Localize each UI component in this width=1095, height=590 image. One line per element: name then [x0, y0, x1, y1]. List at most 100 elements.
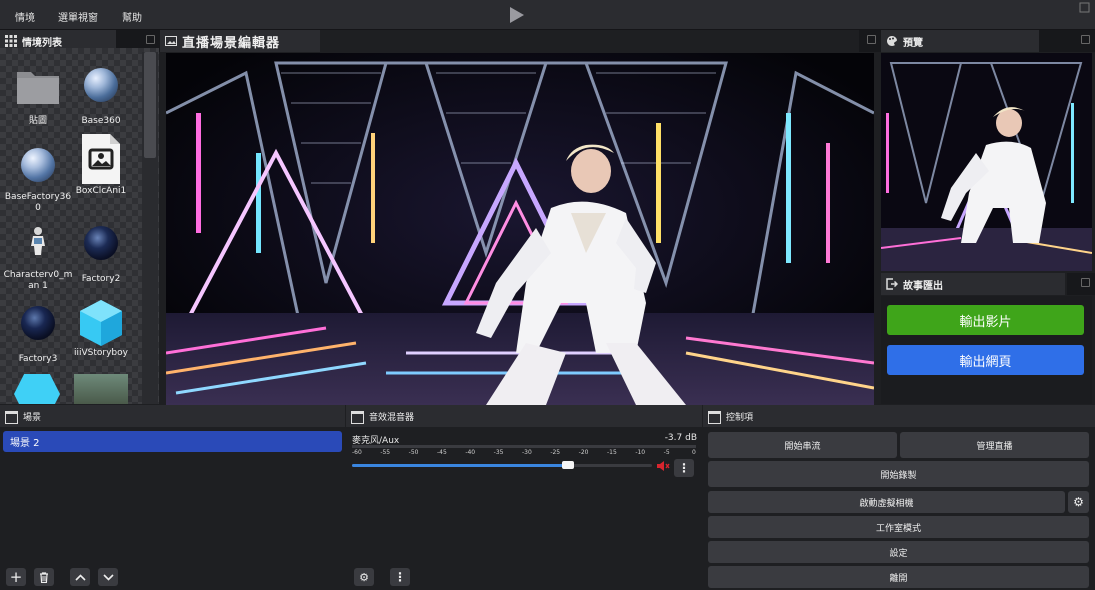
- preview-title: 預覽: [903, 37, 923, 49]
- scenes-panel: 場景 場景 2 +: [0, 405, 345, 590]
- story-export-header: 故事匯出: [881, 273, 1095, 295]
- story-export-title: 故事匯出: [903, 280, 943, 292]
- meter-tick-label: -15: [607, 449, 617, 456]
- preview-corner: [1039, 30, 1095, 52]
- start-virtual-camera-button[interactable]: 啟動虛擬相機: [708, 491, 1065, 513]
- plus-icon: +: [9, 567, 23, 586]
- window-icon: [351, 411, 364, 424]
- cube-icon: [14, 374, 60, 404]
- editor-corner: [859, 30, 881, 52]
- virtual-camera-settings-button[interactable]: ⚙: [1068, 491, 1089, 513]
- manage-stream-button[interactable]: 管理直播: [900, 432, 1089, 458]
- menu-help[interactable]: 幫助: [122, 9, 142, 24]
- chevron-down-icon: [102, 573, 114, 581]
- meter-tick-label: -5: [663, 449, 670, 456]
- image-file-icon: [78, 134, 124, 184]
- gears-icon: ⚙: [359, 570, 369, 584]
- asset-label: iiiVStoryboy: [74, 348, 128, 358]
- sphere-icon: [21, 306, 55, 340]
- palette-icon: [887, 35, 897, 46]
- asset-label: BoxClcAni1: [75, 186, 127, 196]
- mixer-settings-button[interactable]: ⚙: [354, 568, 374, 586]
- add-scene-button[interactable]: +: [6, 568, 26, 586]
- meter-tick-label: 0: [692, 449, 696, 456]
- meter-tick-label: -10: [635, 449, 646, 456]
- scene-list-title: 情境列表: [22, 37, 62, 49]
- editor-tab[interactable]: 直播場景編輯器: [160, 30, 320, 52]
- start-record-button[interactable]: 開始錄製: [708, 461, 1089, 487]
- scene-editor-canvas[interactable]: [166, 53, 874, 405]
- cube-icon: [78, 298, 124, 346]
- meter-tick-label: -50: [408, 449, 419, 456]
- undock-icon[interactable]: [146, 35, 155, 44]
- play-icon[interactable]: [510, 7, 524, 23]
- story-export-corner: [1067, 273, 1095, 295]
- asset-item[interactable]: iiiVStoryboy: [66, 298, 136, 359]
- story-export-panel: 輸出影片 輸出網頁: [881, 296, 1092, 404]
- asset-item[interactable]: Characterv0_man 1: [3, 222, 73, 292]
- asset-item[interactable]: Factory3: [3, 302, 73, 365]
- mixer-more-button[interactable]: ⋮: [390, 568, 410, 586]
- sphere-icon: [21, 148, 55, 182]
- preview-header: 預覽: [881, 30, 1095, 52]
- grid-icon: [5, 35, 17, 47]
- mixer-menu-button[interactable]: ⋮: [674, 459, 694, 477]
- move-down-button[interactable]: [98, 568, 118, 586]
- exit-button[interactable]: 離開: [708, 566, 1089, 588]
- undock-icon[interactable]: [1081, 35, 1090, 44]
- start-stream-button[interactable]: 開始串流: [708, 432, 897, 458]
- mixer-level: -3.7 dB: [664, 433, 697, 443]
- sphere-icon: [84, 226, 118, 260]
- stage-image: [166, 53, 874, 405]
- asset-label: BaseFactory360: [4, 192, 72, 213]
- asset-item[interactable]: BaseFactory360: [3, 142, 73, 214]
- scrollbar-thumb[interactable]: [144, 52, 156, 158]
- controls-title: 控制項: [726, 412, 754, 423]
- editor-title: 直播場景編輯器: [182, 35, 281, 51]
- scene-item[interactable]: 場景 2: [3, 431, 342, 452]
- menu-windows[interactable]: 選單視窗: [58, 9, 98, 24]
- expand-icon[interactable]: [1079, 2, 1091, 14]
- volume-handle[interactable]: [562, 461, 574, 469]
- meter-tick-label: -40: [465, 449, 476, 456]
- export-web-button[interactable]: 輸出網頁: [887, 345, 1084, 375]
- sphere-icon: [84, 68, 118, 102]
- editor-header: 直播場景編輯器: [160, 30, 881, 52]
- mixer-title: 音效混音器: [369, 412, 415, 423]
- more-vertical-icon: ⋮: [394, 570, 406, 584]
- export-icon: [886, 278, 898, 290]
- meter-tick-label: -60: [352, 449, 362, 456]
- studio-mode-button[interactable]: 工作室模式: [708, 516, 1089, 538]
- menu-scenes[interactable]: 情境: [15, 9, 35, 24]
- window-icon: [5, 411, 18, 424]
- menu-bar: 情境 選單視窗 幫助: [0, 0, 1095, 30]
- asset-item[interactable]: BoxClcAni1: [66, 134, 136, 197]
- controls-header: 控制項: [703, 405, 1095, 427]
- controls-panel: 控制項 開始串流 管理直播 開始錄製 啟動虛擬相機 ⚙ 工作室模式 設定 離開: [703, 405, 1095, 590]
- asset-label: 貼圖: [28, 116, 47, 126]
- remove-scene-button[interactable]: [34, 568, 54, 586]
- story-export-tab[interactable]: 故事匯出: [881, 273, 1065, 295]
- preview-image: [881, 53, 1092, 271]
- move-up-button[interactable]: [70, 568, 90, 586]
- asset-item[interactable]: Base360: [66, 62, 136, 127]
- asset-item[interactable]: 貼圖: [3, 62, 73, 127]
- scenes-title: 場景: [23, 412, 42, 423]
- preview-viewport: [881, 53, 1092, 271]
- thumbnail-image: [74, 374, 128, 404]
- trash-icon: [40, 571, 48, 583]
- settings-button[interactable]: 設定: [708, 541, 1089, 563]
- volume-slider[interactable]: [352, 461, 652, 469]
- audio-mixer-panel: 音效混音器 麥克风/Aux -3.7 dB -60 -55 -50 -45 -40 -35…: [346, 405, 702, 590]
- asset-label: Factory2: [81, 274, 121, 284]
- speaker-muted-icon[interactable]: [656, 460, 670, 472]
- export-video-button[interactable]: 輸出影片: [887, 305, 1084, 335]
- asset-label: Base360: [81, 116, 121, 126]
- asset-item[interactable]: Factory2: [66, 222, 136, 285]
- asset-scrollbar[interactable]: [142, 52, 158, 404]
- folder-icon: [15, 62, 61, 108]
- preview-tab[interactable]: 預覽: [881, 30, 1039, 52]
- undock-icon[interactable]: [1081, 278, 1090, 287]
- scene-item-label: 場景 2: [10, 438, 40, 449]
- undock-icon[interactable]: [867, 35, 876, 44]
